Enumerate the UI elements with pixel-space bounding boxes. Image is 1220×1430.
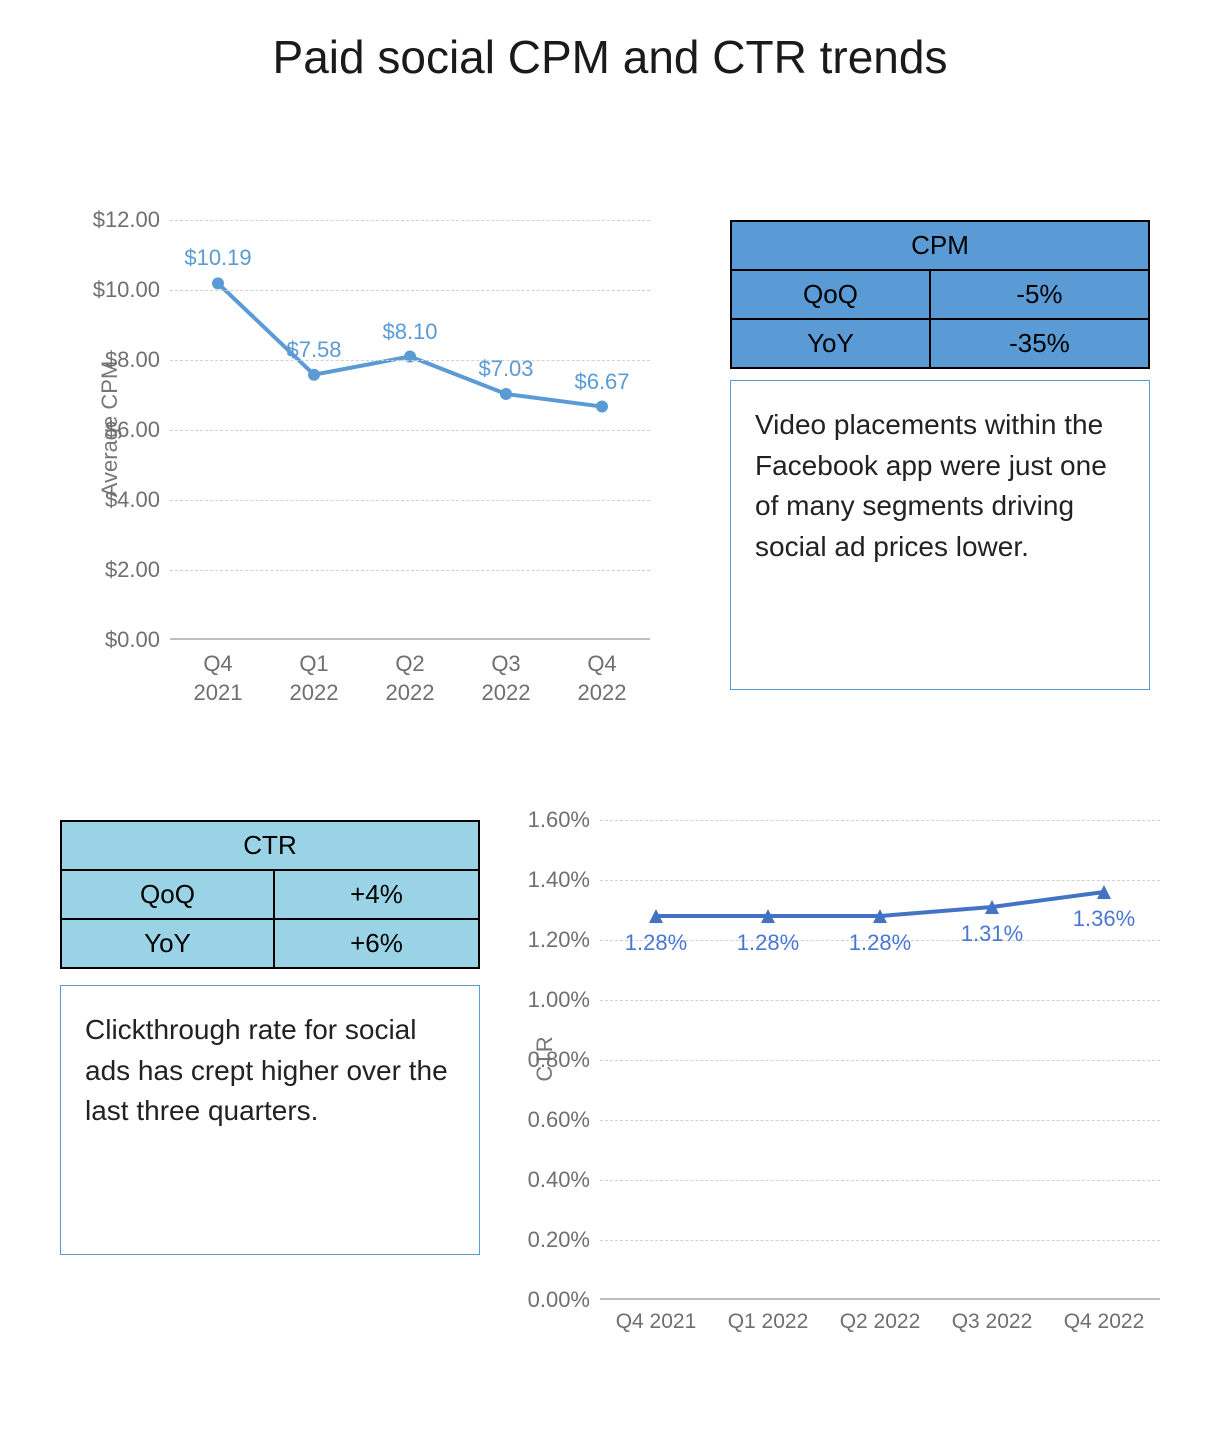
ctr-table-label: YoY xyxy=(61,919,274,968)
ctr-xtick: Q1 2022 xyxy=(712,1310,824,1334)
page-title: Paid social CPM and CTR trends xyxy=(0,30,1220,84)
cpm-table-value: -5% xyxy=(930,270,1149,319)
cpm-xtick: Q32022 xyxy=(458,650,554,707)
ctr-table-label: QoQ xyxy=(61,870,274,919)
cpm-ytick: $10.00 xyxy=(93,277,170,303)
ctr-ytick: 1.40% xyxy=(528,867,600,893)
ctr-ytick: 1.60% xyxy=(528,807,600,833)
cpm-chart: Average CPM $0.00$2.00$4.00$6.00$8.00$10… xyxy=(80,220,680,740)
ctr-data-label: 1.28% xyxy=(737,930,799,956)
ctr-table-header: CTR xyxy=(61,821,479,870)
cpm-ytick: $0.00 xyxy=(105,627,170,653)
ctr-ytick: 0.40% xyxy=(528,1167,600,1193)
cpm-data-label: $6.67 xyxy=(574,369,629,395)
ctr-ytick: 1.00% xyxy=(528,987,600,1013)
ctr-callout: Clickthrough rate for social ads has cre… xyxy=(60,985,480,1255)
ctr-line-svg xyxy=(600,820,1160,1298)
ctr-table-value: +6% xyxy=(274,919,479,968)
ctr-ytick: 0.00% xyxy=(528,1287,600,1313)
ctr-table-row: QoQ +4% xyxy=(61,870,479,919)
cpm-table-label: QoQ xyxy=(731,270,930,319)
ctr-ytick: 0.60% xyxy=(528,1107,600,1133)
cpm-data-label: $7.58 xyxy=(286,337,341,363)
ctr-xtick: Q2 2022 xyxy=(824,1310,936,1334)
cpm-data-label: $8.10 xyxy=(382,319,437,345)
cpm-xtick: Q42021 xyxy=(170,650,266,707)
cpm-ytick: $4.00 xyxy=(105,487,170,513)
ctr-table-row: YoY +6% xyxy=(61,919,479,968)
ctr-data-label: 1.28% xyxy=(849,930,911,956)
ctr-ytick: 0.80% xyxy=(528,1047,600,1073)
cpm-data-point xyxy=(500,388,512,400)
ctr-ytick: 0.20% xyxy=(528,1227,600,1253)
cpm-table-label: YoY xyxy=(731,319,930,368)
cpm-data-point xyxy=(596,401,608,413)
ctr-xtick: Q4 2022 xyxy=(1048,1310,1160,1334)
cpm-data-label: $10.19 xyxy=(184,245,251,271)
ctr-chart: CTR 0.00%0.20%0.40%0.60%0.80%1.00%1.20%1… xyxy=(510,820,1190,1380)
cpm-xtick: Q22022 xyxy=(362,650,458,707)
ctr-data-label: 1.31% xyxy=(961,921,1023,947)
cpm-summary-table: CPM QoQ -5% YoY -35% xyxy=(730,220,1150,369)
cpm-ytick: $6.00 xyxy=(105,417,170,443)
cpm-data-point xyxy=(308,369,320,381)
cpm-data-point xyxy=(212,277,224,289)
ctr-table-value: +4% xyxy=(274,870,479,919)
ctr-summary-table: CTR QoQ +4% YoY +6% xyxy=(60,820,480,969)
cpm-line-svg xyxy=(170,220,650,638)
cpm-callout: Video placements within the Facebook app… xyxy=(730,380,1150,690)
ctr-data-label: 1.36% xyxy=(1073,906,1135,932)
cpm-table-header: CPM xyxy=(731,221,1149,270)
cpm-table-row: YoY -35% xyxy=(731,319,1149,368)
cpm-ytick: $8.00 xyxy=(105,347,170,373)
cpm-plot-area: Average CPM $0.00$2.00$4.00$6.00$8.00$10… xyxy=(170,220,650,640)
cpm-ytick: $12.00 xyxy=(93,207,170,233)
cpm-table-value: -35% xyxy=(930,319,1149,368)
cpm-xtick: Q12022 xyxy=(266,650,362,707)
ctr-plot-area: CTR 0.00%0.20%0.40%0.60%0.80%1.00%1.20%1… xyxy=(600,820,1160,1300)
cpm-line xyxy=(218,283,602,406)
ctr-ytick: 1.20% xyxy=(528,927,600,953)
ctr-xtick: Q3 2022 xyxy=(936,1310,1048,1334)
cpm-xtick: Q42022 xyxy=(554,650,650,707)
cpm-data-label: $7.03 xyxy=(478,356,533,382)
ctr-xtick: Q4 2021 xyxy=(600,1310,712,1334)
cpm-ytick: $2.00 xyxy=(105,557,170,583)
cpm-table-row: QoQ -5% xyxy=(731,270,1149,319)
ctr-data-label: 1.28% xyxy=(625,930,687,956)
